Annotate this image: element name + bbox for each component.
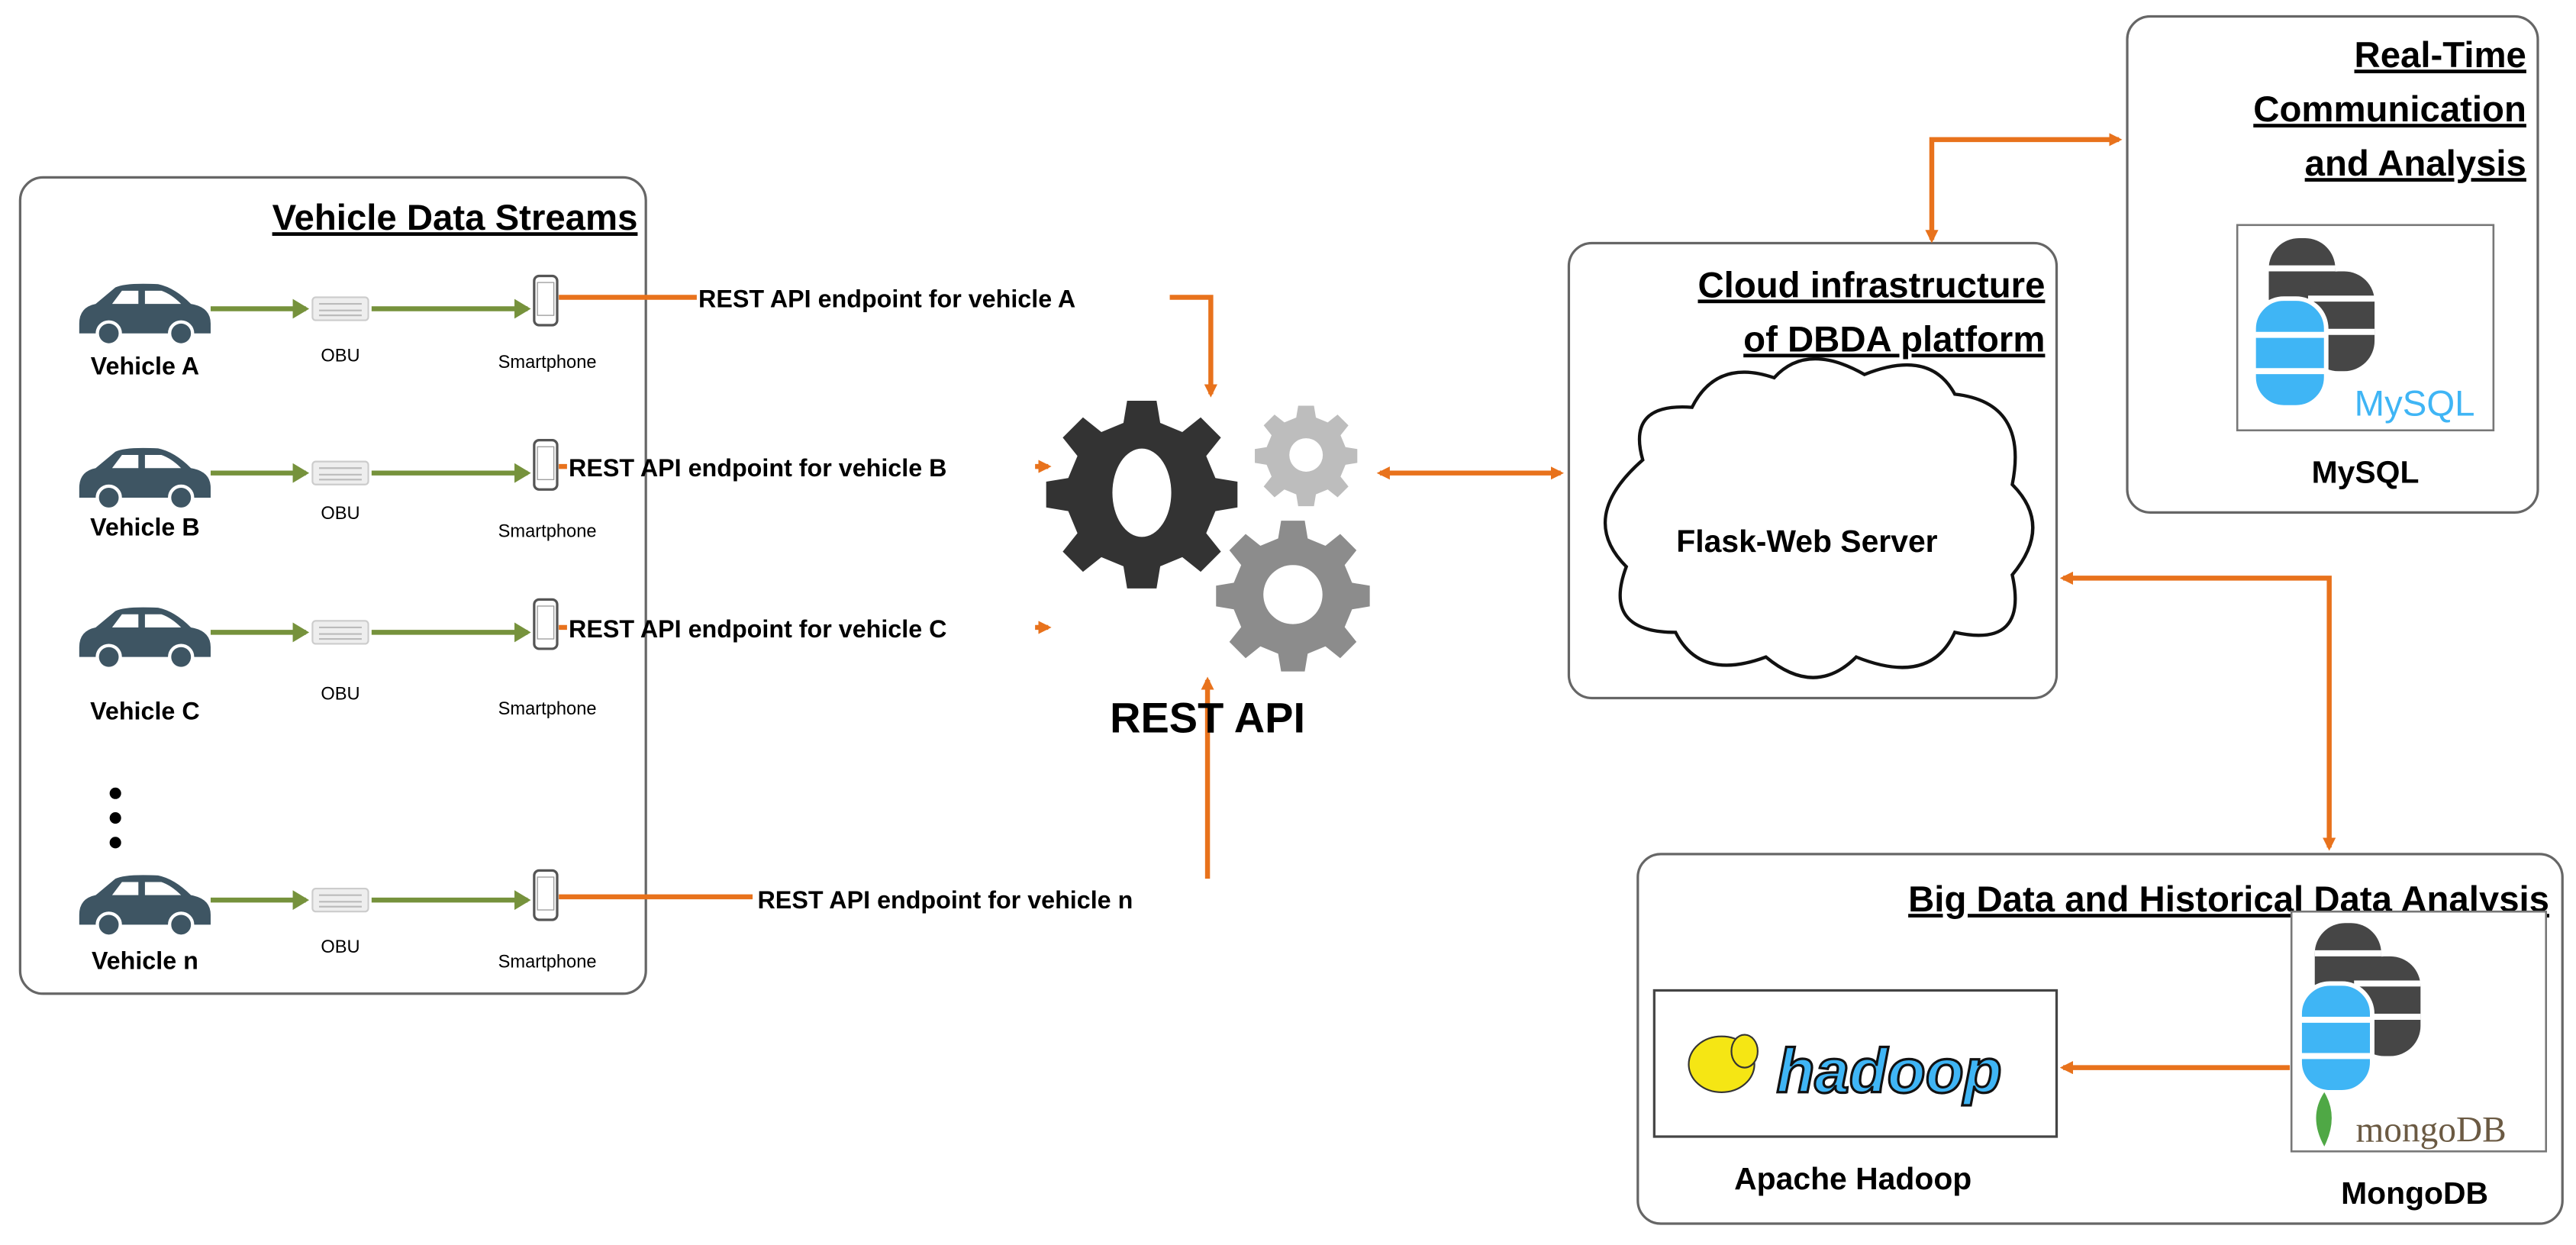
bigdata-panel: Big Data and Historical Data Analysis ha… — [1636, 853, 2564, 1225]
realtime-panel: Real-Time Communication and Analysis MyS… — [2126, 15, 2539, 514]
smartphone-icon — [533, 439, 559, 491]
mongodb-logo-text: mongoDB — [2355, 1110, 2506, 1150]
panel-title-line2: Communication — [2253, 89, 2526, 130]
vehicle-label: Vehicle n — [92, 947, 198, 975]
obu-icon — [311, 888, 369, 913]
vehicle-label: Vehicle C — [90, 697, 199, 724]
mongodb-label: MongoDB — [2341, 1176, 2488, 1211]
obu-icon — [311, 460, 369, 485]
endpoint-label: REST API endpoint for vehicle A — [698, 285, 1075, 312]
obu-label: OBU — [321, 685, 359, 705]
hadoop-logo-text: hadoop — [1776, 1037, 2001, 1106]
obu-label: OBU — [321, 346, 359, 366]
cloud-icon — [1603, 356, 2035, 679]
obu-label: OBU — [321, 937, 359, 957]
obu-icon — [311, 296, 369, 321]
endpoint-label: REST API endpoint for vehicle B — [569, 454, 946, 482]
panel-title-line1: Real-Time — [2355, 35, 2526, 76]
endpoint-label: REST API endpoint for vehicle C — [569, 615, 946, 643]
panel-title-line2: of DBDA platform — [1743, 319, 2045, 360]
flask-server-label: Flask-Web Server — [1676, 524, 1937, 559]
architecture-diagram: Vehicle Data Streams Vehicle A OBU Smart… — [18, 15, 2564, 1225]
rest-api-label: REST API — [1110, 694, 1305, 742]
gear-icon — [1255, 405, 1358, 507]
gear-icon — [1216, 521, 1370, 672]
smartphone-label: Smartphone — [498, 952, 597, 972]
smartphone-icon — [533, 598, 559, 650]
smartphone-label: Smartphone — [498, 353, 597, 373]
smartphone-label: Smartphone — [498, 699, 597, 719]
obu-label: OBU — [321, 504, 359, 524]
mysql-label: MySQL — [2312, 455, 2420, 490]
gear-icon — [1046, 401, 1238, 589]
smartphone-label: Smartphone — [498, 522, 597, 542]
smartphone-icon — [533, 274, 559, 327]
ellipsis-dots — [109, 787, 121, 849]
obu-icon — [311, 620, 369, 645]
panel-title-line3: and Analysis — [2305, 144, 2526, 184]
hadoop-label: Apache Hadoop — [1734, 1161, 1971, 1196]
panel-title: Vehicle Data Streams — [272, 198, 638, 238]
mysql-logo-text: MySQL — [2355, 383, 2475, 424]
smartphone-icon — [533, 869, 559, 921]
panel-title-line1: Cloud infrastructure — [1698, 265, 2046, 305]
vehicle-label: Vehicle B — [90, 513, 199, 540]
cloud-infrastructure-panel: Cloud infrastructure of DBDA platform Fl… — [1567, 241, 2059, 700]
endpoint-label: REST API endpoint for vehicle n — [757, 886, 1133, 914]
vehicle-label: Vehicle A — [91, 353, 199, 380]
